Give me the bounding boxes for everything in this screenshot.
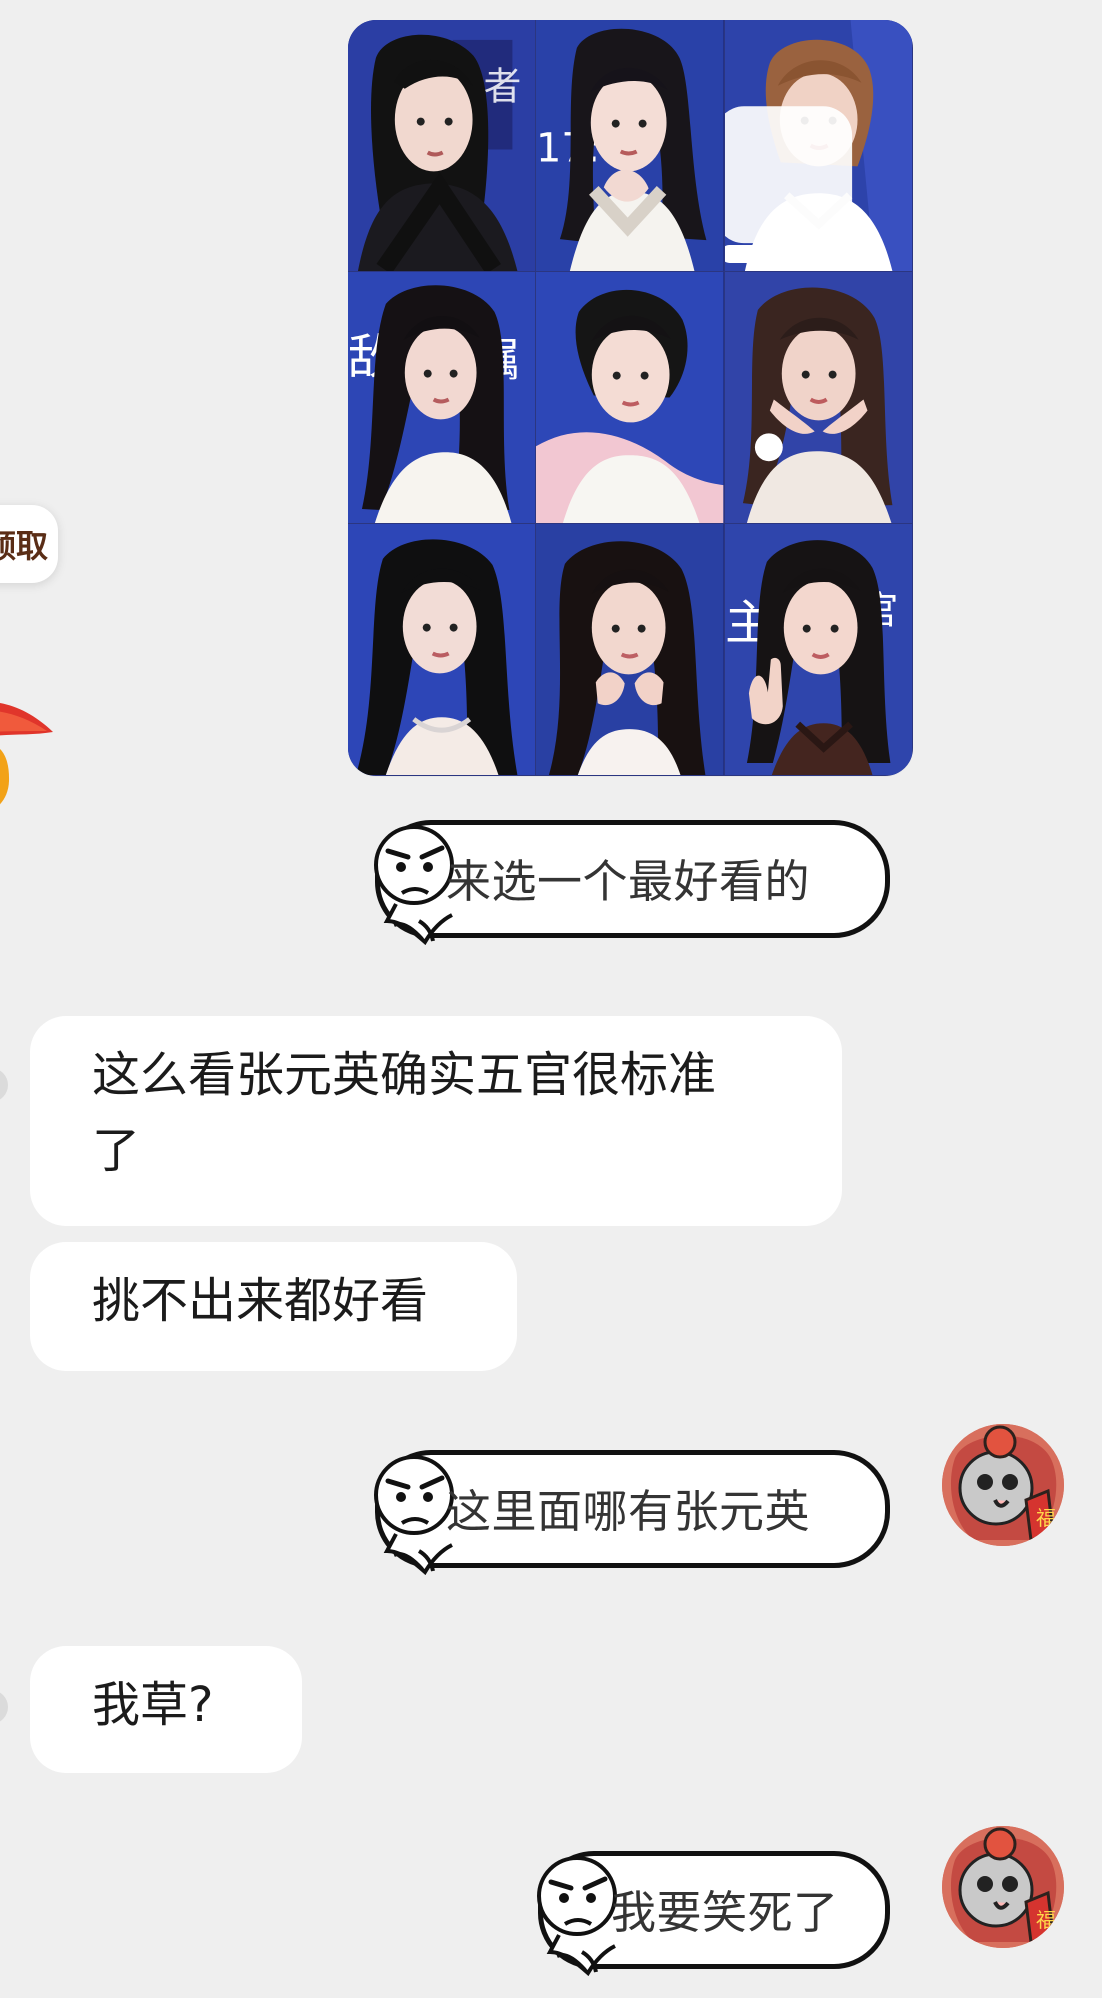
portrait-image: 者 [348,20,536,271]
message-text: 我草? [92,1677,214,1733]
meme-face-icon [537,1856,617,1976]
portrait-image: 主 官 [724,524,912,775]
meme-face-icon [374,1455,454,1575]
message-text: 这么看张元英确实五官很标准 了 [92,1047,717,1179]
avatar-badge-text: 福 [1036,1506,1056,1530]
photo-grid: 者 17: 敌 主 [348,20,913,776]
portrait-image: 敌 瞩 [348,272,536,523]
chat-bubble[interactable]: 这么看张元英确实五官很标准 了 [30,1016,842,1226]
sticker-message-text: 我要笑死了 [611,1886,839,1939]
receive-chip-label: 领取 [0,527,48,565]
photo-3[interactable] [724,20,913,272]
left-avatar-partial [0,1068,8,1102]
photo-4[interactable]: 敌 瞩 [348,272,537,524]
portrait-image: 17: [536,20,724,271]
photo-8[interactable] [536,524,725,776]
sticker-message-3[interactable]: 我要笑死了 [537,1851,890,1976]
user-avatar[interactable]: 福 [942,1424,1064,1546]
left-avatar-partial [0,1690,8,1724]
photo-7[interactable] [348,524,537,776]
sticker-message-1[interactable]: 来选一个最好看的 [374,820,890,945]
receive-chip[interactable]: 领取 [0,505,58,583]
sticker-message-2[interactable]: 这里面哪有张元英 [374,1450,890,1575]
photo-2[interactable]: 17: [536,20,725,272]
message-text: 挑不出来都好看 [92,1273,429,1329]
svg-text:者: 者 [484,65,522,109]
photo-6[interactable] [724,272,913,524]
chat-screen: 领取 者 [0,0,1102,1998]
duck-sticker-icon [0,703,53,805]
meme-face-icon [374,825,454,945]
chat-bubble[interactable]: 我草? [30,1646,302,1773]
user-avatar[interactable]: 福 [942,1826,1064,1948]
image-grid-message[interactable]: 者 17: 敌 主 [348,20,913,776]
photo-9[interactable]: 主 官 [724,524,913,776]
photo-1[interactable]: 者 [348,20,537,272]
multi-image-icon[interactable] [724,60,877,272]
chat-bubble[interactable]: 挑不出来都好看 [30,1242,517,1371]
cat-avatar-icon: 福 [942,1424,1064,1546]
avatar-badge-text: 福 [1036,1908,1056,1932]
portrait-image [536,272,724,523]
sticker-message-text: 这里面哪有张元英 [446,1485,811,1538]
portrait-image [536,524,724,775]
cat-avatar-icon: 福 [942,1826,1064,1948]
photo-5[interactable] [536,272,725,524]
portrait-image [724,272,912,523]
sticker-message-text: 来选一个最好看的 [446,855,811,908]
portrait-image [348,524,536,775]
duck-sticker-partial [0,615,85,825]
